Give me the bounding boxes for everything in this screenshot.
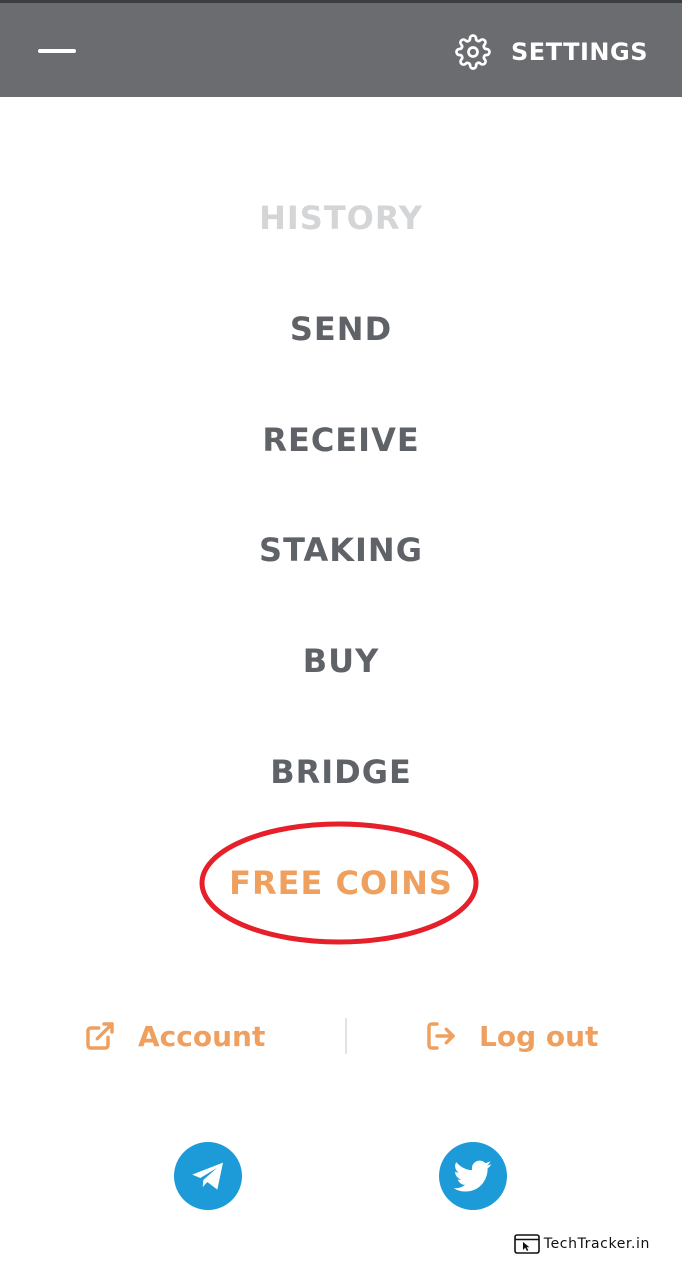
twitter-button[interactable]	[439, 1142, 507, 1210]
app-header: SETTINGS	[0, 3, 682, 97]
logout-icon	[427, 1022, 455, 1050]
settings-label: SETTINGS	[511, 38, 648, 66]
hamburger-icon[interactable]	[38, 49, 76, 53]
menu-item-bridge[interactable]: BRIDGE	[0, 747, 682, 797]
menu-item-send[interactable]: SEND	[0, 304, 682, 354]
menu-item-receive[interactable]: RECEIVE	[0, 415, 682, 465]
logout-label: Log out	[479, 1019, 599, 1053]
telegram-button[interactable]	[174, 1142, 242, 1210]
menu-item-staking[interactable]: STAKING	[0, 525, 682, 575]
account-link[interactable]: Account	[84, 1012, 265, 1060]
gear-icon	[455, 34, 491, 70]
twitter-icon	[454, 1160, 492, 1192]
external-link-icon	[86, 1022, 114, 1050]
links-divider	[345, 1018, 347, 1054]
highlight-ring	[199, 821, 479, 945]
watermark: TechTracker.in	[513, 1233, 650, 1255]
menu-item-buy[interactable]: BUY	[0, 636, 682, 686]
account-label: Account	[138, 1019, 266, 1053]
menu-item-history[interactable]: HISTORY	[0, 193, 682, 243]
settings-button[interactable]: SETTINGS	[455, 34, 648, 70]
browser-cursor-icon	[513, 1234, 540, 1254]
telegram-icon	[192, 1162, 223, 1190]
logout-link[interactable]: Log out	[425, 1012, 598, 1060]
watermark-text: TechTracker.in	[543, 1236, 650, 1252]
